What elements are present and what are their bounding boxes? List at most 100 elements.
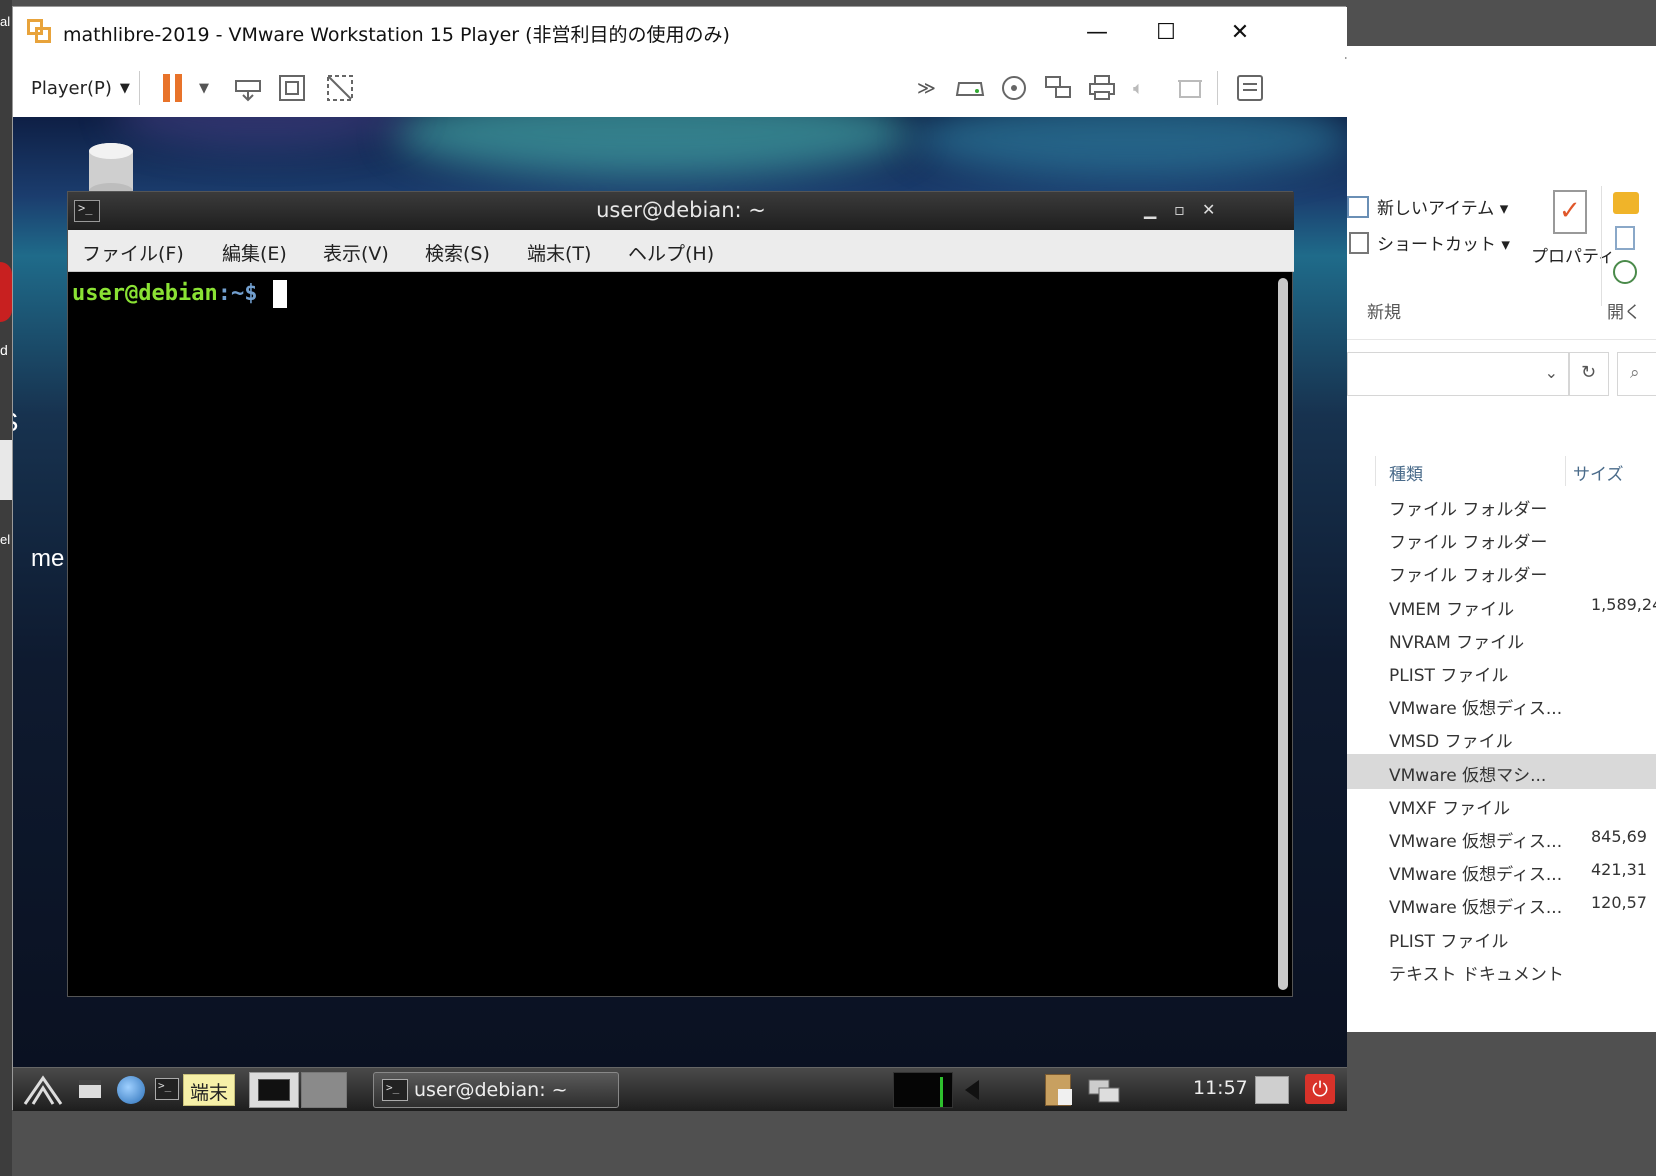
file-row[interactable]: ファイル フォルダー <box>1347 521 1656 556</box>
unity-button[interactable] <box>325 73 355 103</box>
desktop-app-icon[interactable] <box>0 262 12 322</box>
lxde-menu-icon[interactable] <box>21 1072 65 1108</box>
guest-taskbar: >_ 端末 >_ user@debian: ~ 11:57 ⏻ <box>13 1067 1347 1111</box>
address-bar[interactable]: ⌄ <box>1347 352 1569 396</box>
workspace-1[interactable] <box>249 1072 299 1108</box>
menu-search[interactable]: 検索(S) <box>425 239 490 266</box>
file-row[interactable]: VMXF ファイル <box>1347 787 1656 822</box>
desktop-icon-label: el <box>0 532 11 547</box>
file-row[interactable]: VMware 仮想マシ... <box>1347 753 1656 789</box>
file-size-cell: 421,31 <box>1591 860 1647 880</box>
menu-help[interactable]: ヘルプ(H) <box>628 239 714 266</box>
file-explorer-window: 新しいアイテム ▾ ショートカット ▾ ✓ プロパティ 新規 開く ⌄ ↻ ⌕ … <box>1346 46 1656 1032</box>
open-icon[interactable] <box>1613 192 1639 214</box>
desktop-icon-label[interactable]: al <box>0 14 10 29</box>
file-row[interactable]: テキスト ドキュメント <box>1347 953 1656 988</box>
maximize-button[interactable]: ☐ <box>1131 7 1201 57</box>
power-button[interactable]: ⏻ <box>1305 1074 1335 1104</box>
chevron-down-icon: ▼ <box>119 80 130 96</box>
column-header-size[interactable]: サイズ <box>1573 460 1624 485</box>
file-type-cell: ファイル フォルダー <box>1389 533 1548 554</box>
menu-terminal[interactable]: 端末(T) <box>527 239 591 266</box>
terminal-window: >_ user@debian: ~ ▁ ▫ ✕ ファイル(F) 編集(E) 表示… <box>67 191 1294 997</box>
file-type-cell: VMware 仮想マシ... <box>1389 765 1547 786</box>
vmware-toolbar: Player(P) ▼ ▼ ≫ 🔈︎ <box>13 59 1347 117</box>
fullscreen-button[interactable] <box>277 73 307 103</box>
file-row[interactable]: ファイル フォルダー <box>1347 554 1656 589</box>
new-item-button[interactable]: 新しいアイテム ▾ <box>1377 194 1508 219</box>
terminal-maximize-button[interactable]: ▫ <box>1174 200 1185 219</box>
usb-device[interactable] <box>1175 73 1205 103</box>
power-dropdown-button[interactable]: ▼ <box>199 73 209 103</box>
desktop-icon-label: me <box>31 545 65 572</box>
network-tray-icon[interactable] <box>1087 1076 1121 1104</box>
menu-edit[interactable]: 編集(E) <box>222 239 287 266</box>
cpu-usage-bar <box>940 1077 943 1107</box>
chevron-down-icon: ▼ <box>199 80 209 96</box>
history-icon[interactable] <box>1613 260 1637 284</box>
file-type-cell: VMSD ファイル <box>1389 732 1513 753</box>
more-devices-button[interactable]: ≫ <box>917 73 936 103</box>
player-menu-button[interactable]: Player(P) ▼ <box>31 73 130 103</box>
guest-desktop[interactable]: S me >_ user@debian: ~ ▁ ▫ ✕ ファイル(F) 編集(… <box>13 117 1347 1111</box>
terminal-title-bar[interactable]: >_ user@debian: ~ ▁ ▫ ✕ <box>68 192 1294 230</box>
workspace-2[interactable] <box>301 1072 347 1108</box>
terminal-output[interactable]: user@debian:~$ <box>68 272 1276 996</box>
refresh-button[interactable]: ↻ <box>1569 352 1609 396</box>
file-row[interactable]: VMware 仮想ディス... <box>1347 687 1656 722</box>
vmware-player-window: mathlibre-2019 - VMware Workstation 15 P… <box>12 6 1347 1111</box>
send-ctrl-alt-del-button[interactable] <box>233 73 263 103</box>
chevron-down-icon[interactable]: ⌄ <box>1545 363 1558 382</box>
sound-device[interactable]: 🔈︎ <box>1133 73 1144 103</box>
minimize-button[interactable]: — <box>1062 7 1132 57</box>
column-divider <box>1565 456 1566 486</box>
shortcut-button[interactable]: ショートカット ▾ <box>1377 230 1510 255</box>
file-row[interactable]: ファイル フォルダー <box>1347 488 1656 523</box>
file-size-cell: 120,57 <box>1591 893 1647 913</box>
show-desktop-icon[interactable] <box>79 1080 101 1098</box>
printer-icon <box>1089 75 1115 100</box>
desktop-file-icon[interactable] <box>0 440 12 500</box>
ribbon-divider <box>1601 186 1602 306</box>
shortcut-label: ショートカット <box>1377 235 1496 255</box>
menu-file[interactable]: ファイル(F) <box>82 239 184 266</box>
network-device[interactable] <box>1043 73 1073 103</box>
minimize-icon: — <box>1086 19 1108 45</box>
file-row[interactable]: VMSD ファイル <box>1347 720 1656 755</box>
file-row[interactable]: VMEM ファイル 1,589,24 <box>1347 588 1656 623</box>
terminal-launcher-icon[interactable]: >_ <box>155 1078 179 1100</box>
file-row[interactable]: VMware 仮想ディス... 845,69 <box>1347 820 1656 855</box>
taskbar-window-item[interactable]: >_ user@debian: ~ <box>373 1072 619 1108</box>
edit-icon[interactable] <box>1615 226 1635 250</box>
clipboard-icon[interactable] <box>1045 1074 1072 1106</box>
volume-icon[interactable] <box>965 1080 979 1100</box>
group-open-label: 開く <box>1607 303 1641 323</box>
pause-button[interactable] <box>163 73 182 103</box>
keyboard-layout-icon[interactable] <box>1255 1076 1289 1104</box>
file-row[interactable]: VMware 仮想ディス... 421,31 <box>1347 853 1656 888</box>
file-row[interactable]: NVRAM ファイル <box>1347 621 1656 656</box>
browser-launcher-icon[interactable] <box>117 1076 145 1104</box>
terminal-scrollbar[interactable] <box>1278 278 1288 990</box>
properties-button[interactable]: プロパティ <box>1531 242 1615 267</box>
file-row[interactable]: PLIST ファイル <box>1347 654 1656 689</box>
search-box[interactable]: ⌕ <box>1617 352 1656 396</box>
hard-disk-device[interactable] <box>955 73 985 103</box>
file-row[interactable]: VMware 仮想ディス... 120,57 <box>1347 886 1656 921</box>
printer-device[interactable] <box>1087 73 1117 103</box>
cd-dvd-device[interactable] <box>999 73 1029 103</box>
column-divider <box>1375 456 1376 486</box>
file-row[interactable]: PLIST ファイル <box>1347 920 1656 955</box>
taskbar-clock[interactable]: 11:57 <box>1193 1077 1248 1099</box>
workspace-thumbnail <box>258 1079 290 1101</box>
message-log-button[interactable] <box>1235 73 1265 103</box>
menu-view[interactable]: 表示(V) <box>323 239 389 266</box>
close-button[interactable]: ✕ <box>1205 7 1275 57</box>
task-label: user@debian: ~ <box>414 1079 568 1101</box>
prompt-path: :~$ <box>217 281 271 306</box>
column-header-type[interactable]: 種類 <box>1389 460 1423 485</box>
terminal-minimize-button[interactable]: ▁ <box>1144 200 1156 219</box>
close-icon: ✕ <box>1230 19 1250 45</box>
terminal-close-button[interactable]: ✕ <box>1202 200 1215 219</box>
file-type-cell: PLIST ファイル <box>1389 666 1509 686</box>
